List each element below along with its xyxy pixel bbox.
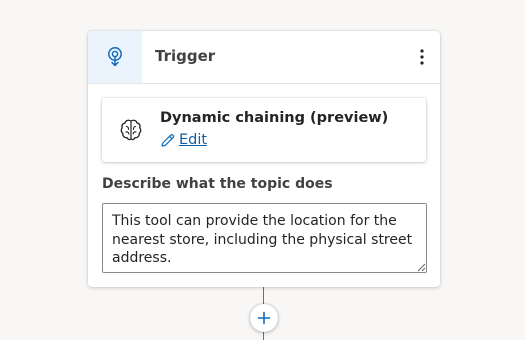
plus-icon	[257, 311, 271, 325]
add-node-button[interactable]	[250, 304, 278, 332]
trigger-bulb-icon	[108, 47, 122, 67]
edit-link[interactable]: Edit	[160, 132, 207, 148]
authoring-canvas: Trigger Dynamic chaining (preview) Edit …	[0, 0, 525, 340]
pencil-icon	[161, 133, 175, 147]
dynamic-chaining-card: Dynamic chaining (preview) Edit	[102, 98, 426, 162]
trigger-title: Trigger	[155, 47, 216, 65]
more-options-button[interactable]	[412, 45, 432, 69]
resize-grip-icon[interactable]	[417, 263, 426, 272]
trigger-node-header: Trigger	[88, 31, 440, 84]
trigger-node[interactable]: Trigger Dynamic chaining (preview) Edit …	[88, 31, 440, 287]
dynamic-chaining-title: Dynamic chaining (preview)	[160, 110, 389, 126]
brain-icon	[120, 119, 142, 141]
description-textarea[interactable]: This tool can provide the location for t…	[102, 203, 427, 273]
edit-label: Edit	[179, 132, 208, 148]
trigger-icon-box	[88, 31, 142, 83]
more-vertical-icon	[420, 49, 424, 65]
description-label: Describe what the topic does	[102, 176, 333, 192]
